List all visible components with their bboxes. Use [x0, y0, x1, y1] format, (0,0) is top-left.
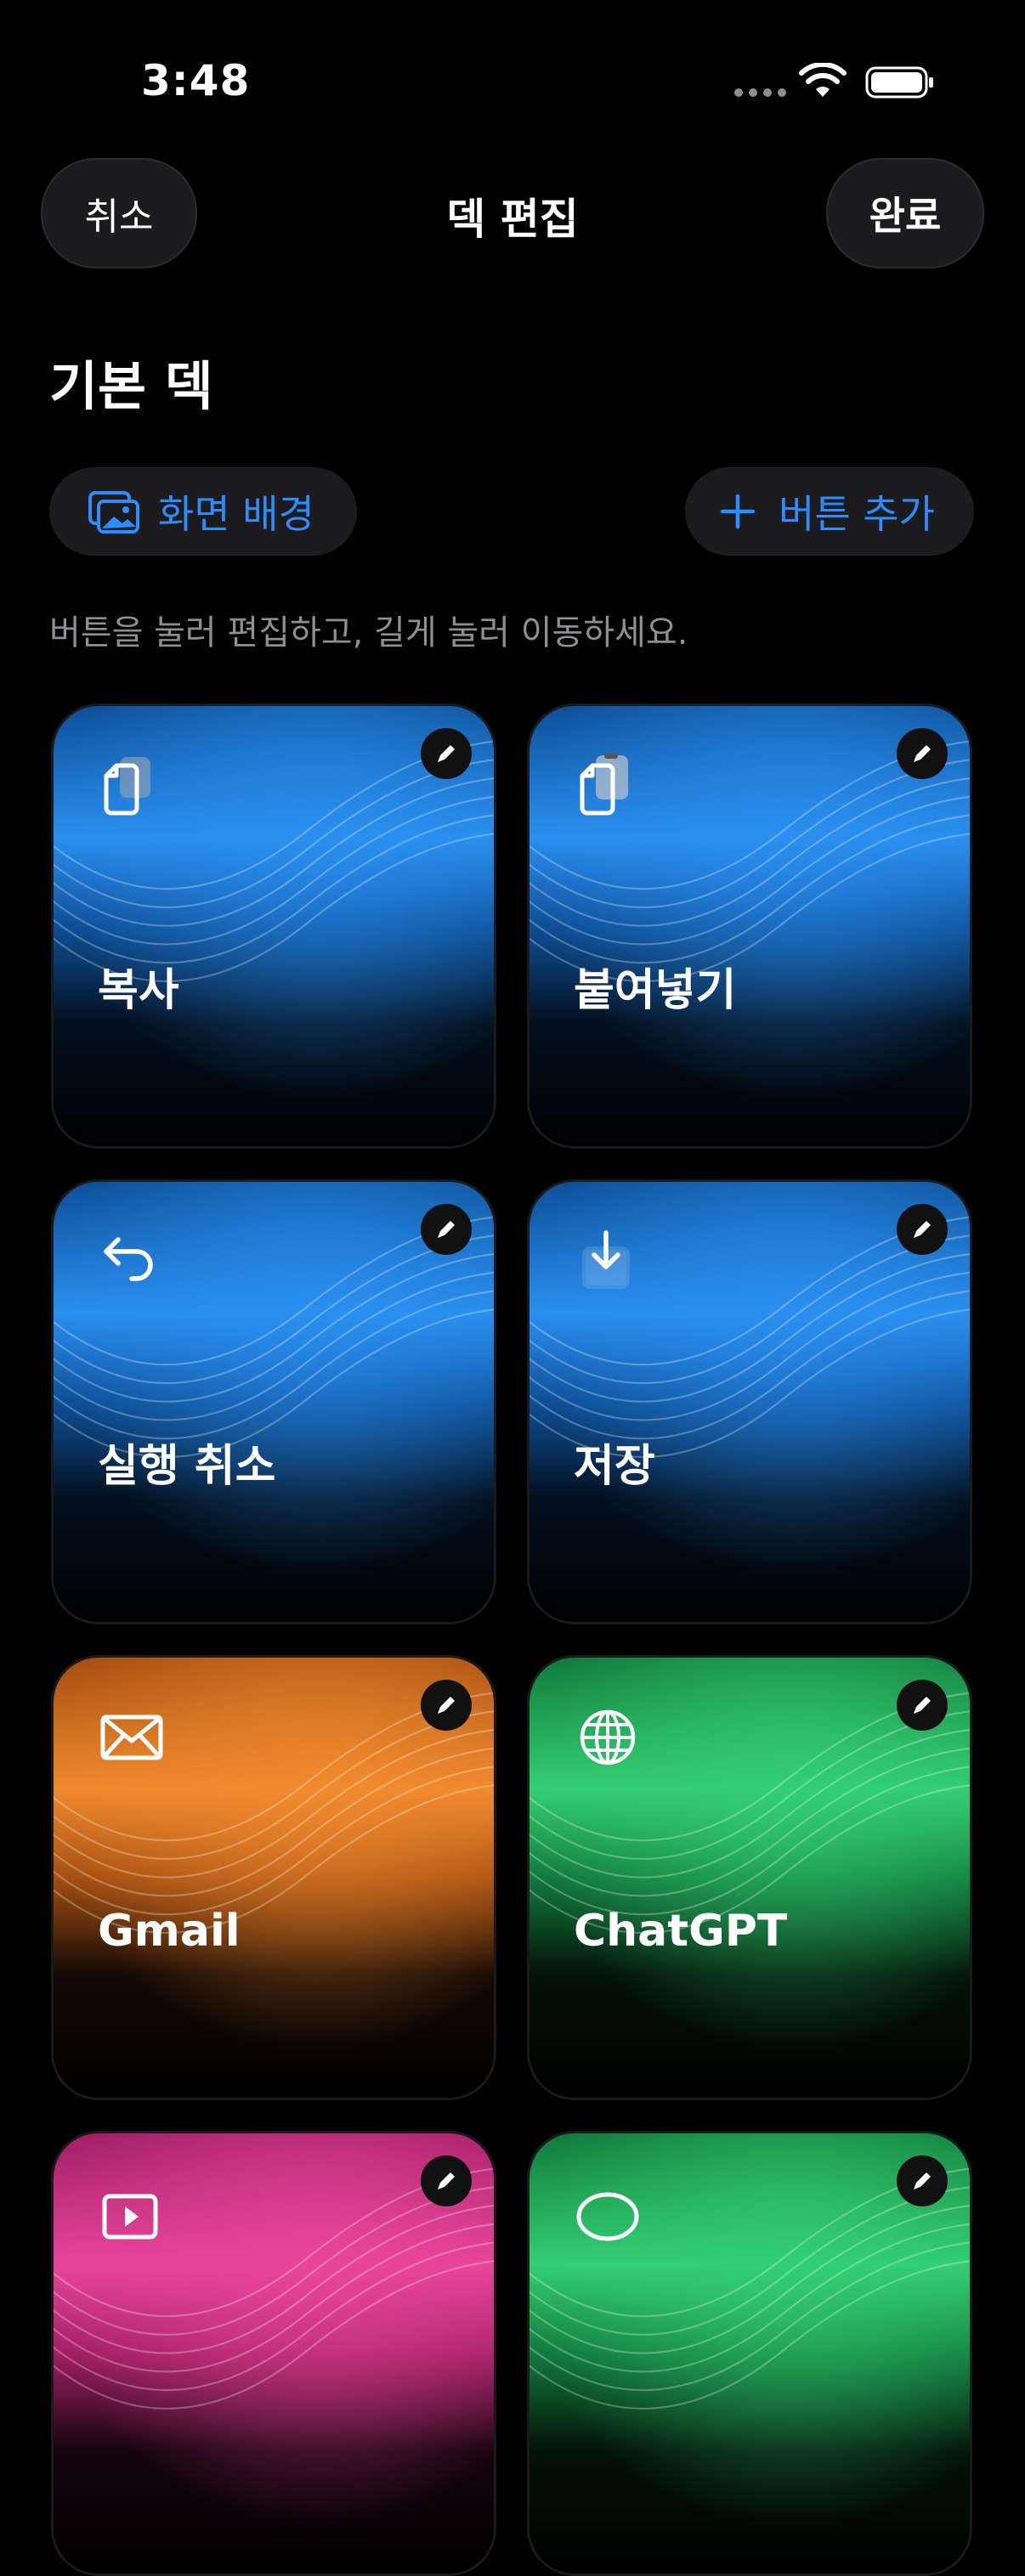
pencil-icon [914, 1221, 931, 1238]
deck-card[interactable]: 실행 취소 [51, 1179, 496, 1624]
deck-card[interactable]: ChatGPT [527, 1655, 972, 2100]
globe-icon [580, 1709, 636, 1765]
edit-card-button[interactable] [897, 2155, 948, 2206]
card-label: ChatGPT [574, 1906, 788, 1957]
battery-icon [865, 66, 933, 99]
card-label: 붙여넣기 [574, 965, 737, 1016]
background-button[interactable]: 화면 배경 [49, 467, 357, 556]
background-button-label: 화면 배경 [158, 491, 314, 537]
card-label: 실행 취소 [98, 1441, 276, 1492]
edit-card-button[interactable] [897, 1680, 948, 1731]
add-button[interactable]: 버튼 추가 [685, 467, 974, 556]
paste-icon [580, 754, 628, 816]
plus-icon [720, 494, 756, 529]
edit-card-button[interactable] [421, 1680, 472, 1731]
card-label: 복사 [98, 965, 179, 1016]
pencil-icon [438, 2172, 455, 2189]
cellular-signal-icon [734, 88, 786, 97]
deck-card[interactable]: 저장 [527, 1179, 972, 1624]
deck-card[interactable] [51, 2131, 496, 2576]
pencil-icon [914, 1697, 931, 1714]
edit-card-button[interactable] [421, 2155, 472, 2206]
hint-text: 버튼을 눌러 편집하고, 길게 눌러 이동하세요. [49, 613, 688, 652]
edit-card-button[interactable] [421, 728, 472, 779]
pencil-icon [438, 1221, 455, 1238]
pencil-icon [914, 2172, 931, 2189]
deck-title: 기본 덱 [49, 355, 213, 417]
edit-card-button[interactable] [897, 728, 948, 779]
status-time: 3:48 [141, 56, 251, 105]
copy-icon [104, 757, 150, 816]
wifi-icon [799, 63, 847, 97]
save-icon [582, 1230, 630, 1289]
done-button[interactable]: 완료 [826, 158, 984, 268]
deck-card[interactable] [527, 2131, 972, 2576]
card-label: 저장 [574, 1441, 655, 1492]
pencil-icon [438, 745, 455, 762]
play-icon [102, 2194, 158, 2240]
add-button-label: 버튼 추가 [779, 491, 935, 537]
pencil-icon [438, 1697, 455, 1714]
card-label: Gmail [98, 1906, 241, 1957]
deck-card[interactable]: Gmail [51, 1655, 496, 2100]
edit-card-button[interactable] [421, 1204, 472, 1255]
image-icon [88, 491, 139, 534]
undo-icon [104, 1237, 153, 1281]
deck-card[interactable]: 붙여넣기 [527, 703, 972, 1149]
chat-bubble-icon [576, 2192, 639, 2241]
mail-icon [100, 1715, 163, 1760]
edit-card-button[interactable] [897, 1204, 948, 1255]
deck-card[interactable]: 복사 [51, 703, 496, 1149]
pencil-icon [914, 745, 931, 762]
